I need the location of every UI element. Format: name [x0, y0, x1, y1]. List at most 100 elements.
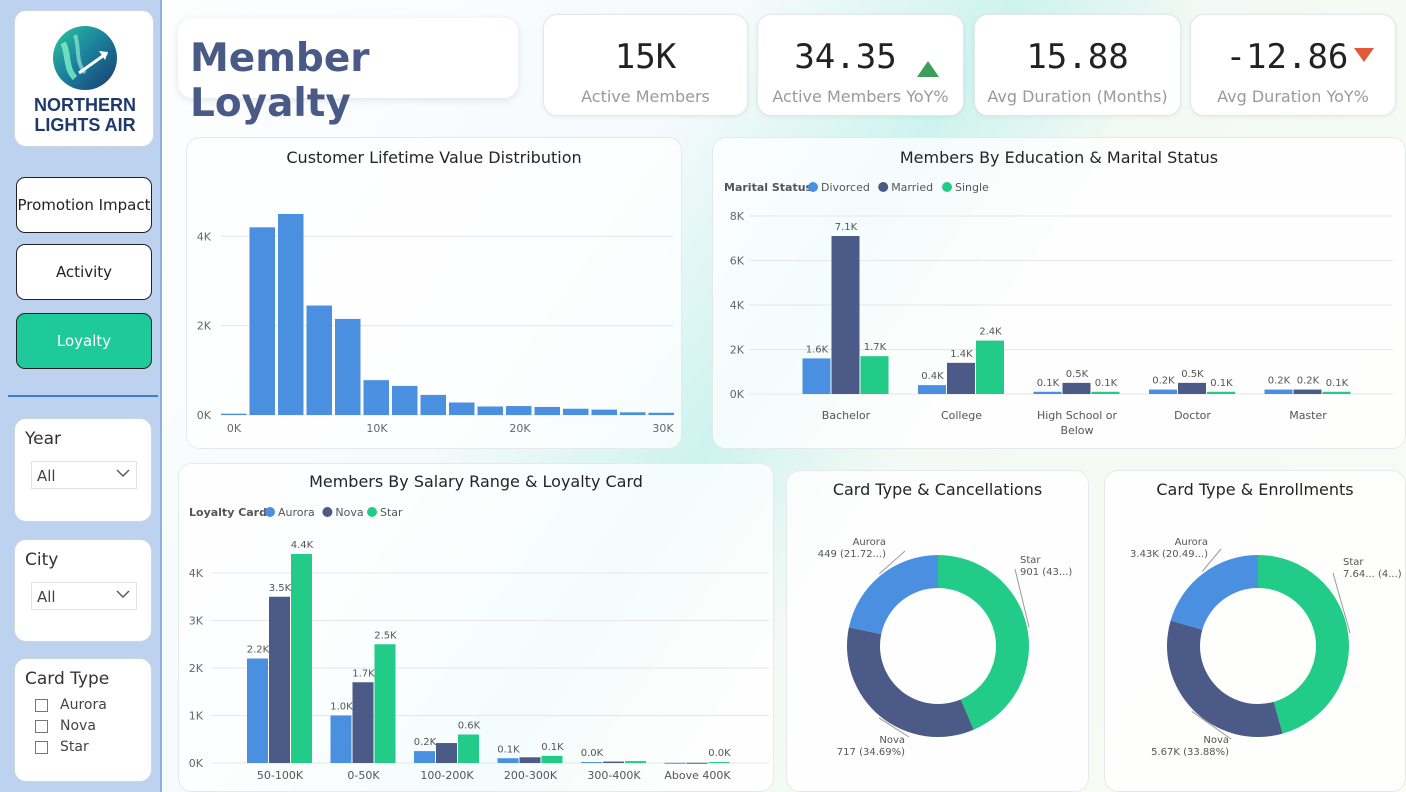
y-tick-label: 3K	[189, 615, 204, 628]
legend-marker	[942, 182, 952, 192]
y-tick-label: 4K	[730, 299, 745, 312]
data-label: 1.7K	[352, 668, 375, 679]
x-tick-label: 30K	[652, 422, 674, 435]
card-type-slicer: Card Type Aurora Nova Star	[14, 658, 152, 782]
bar	[247, 658, 268, 763]
data-label: 1.7K	[864, 342, 887, 353]
bar	[603, 761, 624, 763]
data-label: 7.1K	[835, 222, 858, 233]
slice-name-label: Aurora	[853, 537, 886, 548]
y-tick-label: 8K	[730, 210, 745, 223]
chevron-down-icon	[116, 469, 130, 477]
bar	[1149, 389, 1177, 394]
bar	[1207, 391, 1235, 394]
legend-marker	[322, 507, 333, 517]
bar	[581, 762, 602, 764]
legend-title: Marital Status	[724, 181, 813, 194]
bar	[976, 340, 1004, 394]
kpi-label: Active Members	[581, 87, 710, 106]
data-label: 0.1K	[497, 744, 520, 755]
data-label: 1.0K	[330, 702, 353, 713]
card-type-option-nova[interactable]: Nova	[35, 718, 96, 734]
bar	[1033, 391, 1062, 394]
bar	[860, 356, 889, 394]
data-label: 0.1K	[1037, 378, 1060, 389]
histogram-bar	[221, 413, 247, 415]
trend-up-icon	[917, 61, 939, 77]
bar	[374, 644, 396, 763]
city-dropdown[interactable]: All	[31, 582, 137, 610]
bar	[541, 755, 563, 763]
checkbox-icon[interactable]	[35, 719, 48, 733]
kpi-avg-duration: 15.88 Avg Duration (Months)	[974, 14, 1181, 116]
data-label: 0.1K	[1095, 378, 1118, 389]
year-dropdown[interactable]: All	[31, 461, 137, 489]
sidebar-divider	[8, 395, 158, 397]
education-marital-card: Members By Education & Marital Status Ma…	[712, 137, 1406, 449]
data-label: 0.2K	[414, 737, 437, 748]
legend-marker	[265, 507, 275, 517]
card-type-slicer-title: Card Type	[25, 669, 110, 689]
x-tick-label: 50-100K	[257, 769, 304, 782]
slice-value-label: 901 (43...)	[1020, 567, 1072, 578]
y-tick-label: 2K	[189, 662, 204, 675]
legend-marker	[367, 507, 377, 517]
data-label: 1.4K	[950, 349, 973, 360]
histogram-bar	[506, 406, 532, 415]
city-slicer: City All	[14, 539, 152, 642]
data-label: 2.2K	[247, 645, 270, 656]
chevron-down-icon	[116, 590, 130, 598]
year-dropdown-value: All	[37, 467, 56, 485]
histogram-bar	[477, 406, 503, 415]
slice-name-label: Star	[1020, 555, 1041, 566]
data-label: 3.5K	[269, 583, 292, 594]
education-marital-chart: Marital Status Divorced Married Single 0K 2K 4…	[724, 181, 1393, 437]
nav-activity-button[interactable]: Activity	[16, 244, 152, 300]
data-label: 0.5K	[1181, 369, 1204, 380]
slice-value-label: 717 (34.69%)	[837, 747, 905, 758]
checkbox-icon[interactable]	[35, 698, 48, 712]
bar	[708, 762, 730, 764]
histogram-bar	[392, 385, 418, 415]
x-tick-label: 0K	[227, 422, 242, 435]
bar	[947, 362, 975, 394]
x-tick-label: Above 400K	[664, 769, 731, 782]
nav-loyalty-button[interactable]: Loyalty	[16, 313, 152, 369]
bar	[1091, 391, 1120, 394]
card-type-option-aurora[interactable]: Aurora	[35, 697, 107, 713]
bar	[1264, 389, 1293, 394]
card-type-option-star[interactable]: Star	[35, 739, 89, 755]
cancellations-card: Card Type & Cancellations Star 901 (43...…	[786, 470, 1089, 792]
x-tick-label: 10K	[366, 422, 388, 435]
kpi-label: Active Members YoY%	[772, 87, 949, 106]
x-tick-label: 300-400K	[587, 769, 641, 782]
legend-label: Divorced	[821, 181, 870, 194]
y-tick-label: 1K	[189, 710, 204, 723]
bar	[497, 758, 519, 763]
nav-promotion-impact-button[interactable]: Promotion Impact	[16, 177, 152, 233]
data-label: 2.4K	[979, 327, 1002, 338]
data-label: 0.5K	[1066, 369, 1089, 380]
legend-label: Star	[380, 506, 403, 519]
bar	[436, 743, 457, 763]
histogram-bar	[534, 406, 560, 415]
city-dropdown-value: All	[37, 588, 56, 606]
bar	[625, 761, 646, 763]
clv-distribution-card: Customer Lifetime Value Distribution 0K 2…	[186, 137, 682, 449]
x-tick-label: Doctor	[1174, 409, 1211, 422]
data-label: 0.2K	[1152, 376, 1175, 387]
data-label: 0.2K	[1268, 376, 1291, 387]
salary-loyalty-chart: Loyalty Card Aurora Nova Star 0K 1K 2K 3K 4K 2.2K…	[189, 506, 769, 782]
legend-label: Nova	[335, 506, 363, 519]
histogram-bar	[278, 213, 304, 415]
x-tick-label: College	[941, 409, 982, 422]
logo: NORTHERN LIGHTS AIR	[14, 10, 154, 147]
bar	[330, 715, 352, 763]
checkbox-icon[interactable]	[35, 740, 48, 754]
data-label: 0.1K	[1210, 378, 1233, 389]
y-tick-label: 6K	[730, 255, 745, 268]
x-tick-label: 100-200K	[420, 769, 474, 782]
bar	[1178, 382, 1206, 394]
bar	[1322, 391, 1351, 394]
bar	[664, 762, 686, 764]
